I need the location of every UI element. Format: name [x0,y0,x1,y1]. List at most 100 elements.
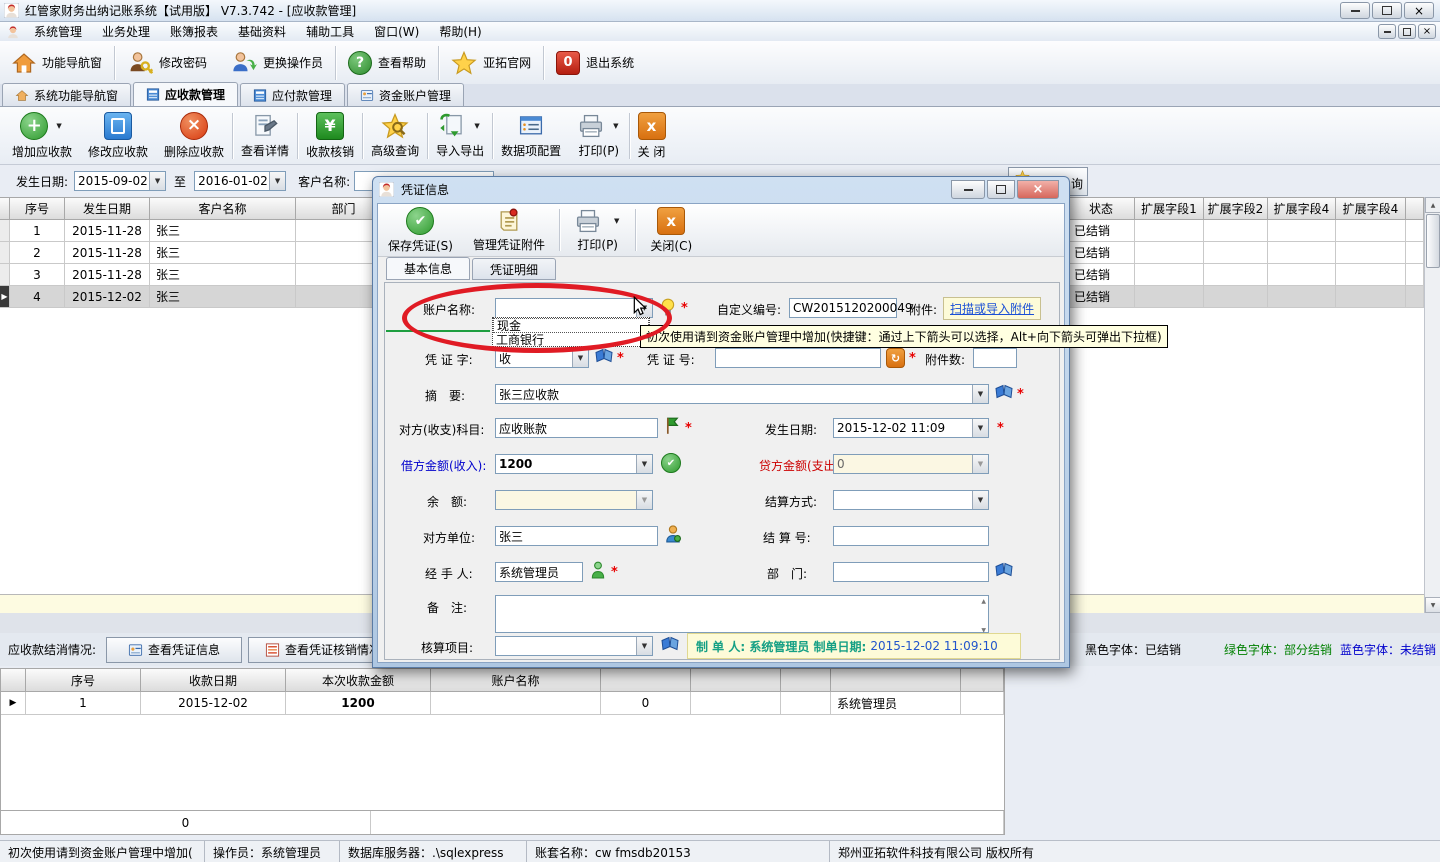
voucher-word-label: 凭 证 字: [425,351,473,368]
save-voucher-button[interactable]: ✔ 保存凭证(S) [378,207,463,254]
required-mark: * [997,421,1004,436]
col-ext4a[interactable]: 扩展字段4 [1268,198,1336,220]
writeoff-row[interactable]: ▶ 1 2015-12-02 1200 0 系统管理员 [1,692,1004,715]
voucher-no-input[interactable] [715,348,881,368]
counter-unit-input[interactable]: 张三 [495,526,658,546]
maximize-button[interactable] [1372,2,1402,19]
col-receipt-date[interactable]: 收款日期 [141,669,286,692]
mdi-minimize-button[interactable] [1378,24,1396,39]
dropdown-arrow-icon[interactable]: ▼ [636,637,652,655]
scrollbar-thumb[interactable] [1426,214,1440,268]
document-icon [251,113,279,139]
scroll-up-button[interactable]: ▲ [1425,197,1440,213]
date-to-combo[interactable]: 2016-01-02 ▼ [194,171,286,191]
menu-window[interactable]: 窗口(W) [364,22,429,41]
remark-textarea[interactable]: ▲▼ [495,595,989,633]
col-no[interactable]: 序号 [26,669,141,692]
tab-fund-accounts[interactable]: 资金账户管理 [347,83,464,106]
dialog-restore-button[interactable] [987,180,1015,199]
occur-date-combo[interactable]: 2015-12-02 11:09 ▼ [833,418,989,438]
dialog-minimize-button[interactable] [951,180,985,199]
auto-number-icon[interactable]: ↻ [886,348,905,368]
date-from-combo[interactable]: 2015-09-02 ▼ [74,171,166,191]
switch-operator-button[interactable]: 更换操作员 [219,45,335,81]
green-person-icon [591,561,605,579]
dropdown-arrow-icon[interactable]: ▼ [269,172,285,190]
dropdown-arrow-icon[interactable]: ▼ [613,122,618,130]
col-account[interactable]: 账户名称 [431,669,601,692]
dropdown-arrow-icon[interactable]: ▼ [474,122,479,130]
col-ext2[interactable]: 扩展字段2 [1204,198,1268,220]
menu-tools[interactable]: 辅助工具 [296,22,364,41]
book-icon [661,636,679,652]
dropdown-arrow-icon[interactable]: ▼ [614,217,619,225]
attach-count-input[interactable] [973,348,1017,368]
tab-basic-info[interactable]: 基本信息 [386,257,470,280]
tab-receivables[interactable]: 应收款管理 [133,82,238,106]
balance-label: 余 额: [427,493,467,510]
textarea-scrollbar[interactable]: ▲▼ [979,596,988,636]
close-button[interactable]: × [1404,2,1434,19]
menu-system[interactable]: 系统管理 [24,22,92,41]
mdi-close-button[interactable]: × [1418,24,1436,39]
website-button[interactable]: 亚拓官网 [439,45,543,81]
col-amount[interactable]: 本次收款金额 [286,669,431,692]
col-status[interactable]: 状态 [1068,198,1135,220]
tab-system-nav[interactable]: 系统功能导航窗 [2,83,131,106]
writeoff-table: 序号 收款日期 本次收款金额 账户名称 ▶ 1 2015-12-02 1200 … [0,668,1005,814]
exit-system-button[interactable]: 0 退出系统 [544,45,646,81]
print-button[interactable]: ▼ 打印(P) [569,110,628,162]
settle-method-combo[interactable]: ▼ [833,490,989,510]
dropdown-arrow-icon[interactable]: ▼ [572,349,588,367]
settle-no-input[interactable] [833,526,989,546]
dialog-print-button[interactable]: ▼ 打印(P) [564,208,631,253]
dialog-close-button[interactable]: × [1017,180,1059,199]
star-search-icon [381,113,409,139]
manage-attachments-button[interactable]: 管理凭证附件 [463,208,555,253]
import-export-button[interactable]: ▼ 导入导出 [428,110,492,162]
account-item-combo[interactable]: ▼ [495,636,653,656]
dropdown-arrow-icon[interactable]: ▼ [636,455,652,473]
edit-receivable-button[interactable]: 修改应收款 [80,110,156,162]
tab-voucher-detail[interactable]: 凭证明细 [472,258,556,280]
data-config-button[interactable]: 数据项配置 [493,110,569,162]
col-no[interactable]: 序号 [10,198,65,220]
col-date[interactable]: 发生日期 [65,198,150,220]
view-details-button[interactable]: 查看详情 [233,110,297,162]
close-tool-icon: x [657,207,685,235]
writeoff-button[interactable]: ¥ 收款核销 [298,110,362,162]
nav-window-button[interactable]: 功能导航窗 [0,45,114,81]
dept-input[interactable] [833,562,989,582]
menu-business[interactable]: 业务处理 [92,22,160,41]
col-ext1[interactable]: 扩展字段1 [1135,198,1204,220]
dropdown-arrow-icon[interactable]: ▼ [972,491,988,509]
dropdown-arrow-icon[interactable]: ▼ [972,385,988,403]
mdi-restore-button[interactable] [1398,24,1416,39]
custom-no-input[interactable]: CW2015120200049 [789,298,897,318]
scan-import-link[interactable]: 扫描或导入附件 [943,297,1041,320]
menu-help[interactable]: 帮助(H) [429,22,491,41]
tab-payables[interactable]: 应付款管理 [240,83,345,106]
handler-input[interactable]: 系统管理员 [495,562,583,582]
vertical-scrollbar[interactable]: ▲ ▼ [1424,197,1440,613]
view-voucher-info-button[interactable]: 查看凭证信息 [106,637,242,663]
close-module-button[interactable]: x 关 闭 [630,110,674,162]
dropdown-arrow-icon[interactable]: ▼ [149,172,165,190]
change-password-button[interactable]: 修改密码 [115,45,219,81]
add-receivable-button[interactable]: + ▼ 增加应收款 [4,110,80,162]
minimize-button[interactable] [1340,2,1370,19]
col-customer[interactable]: 客户名称 [150,198,296,220]
debit-amount-combo[interactable]: 1200 ▼ [495,454,653,474]
scroll-down-button[interactable]: ▼ [1425,597,1440,613]
delete-receivable-button[interactable]: × 删除应收款 [156,110,232,162]
menu-reports[interactable]: 账簿报表 [160,22,228,41]
view-help-button[interactable]: ? 查看帮助 [336,45,438,81]
summary-combo[interactable]: 张三应收款 ▼ [495,384,989,404]
dropdown-arrow-icon[interactable]: ▼ [56,122,61,130]
menu-base-data[interactable]: 基础资料 [228,22,296,41]
col-ext4b[interactable]: 扩展字段4 [1336,198,1406,220]
advanced-query-button[interactable]: 高级查询 [363,110,427,162]
dropdown-arrow-icon[interactable]: ▼ [972,419,988,437]
counter-subject-input[interactable]: 应收账款 [495,418,658,438]
dialog-close-tool-button[interactable]: x 关闭(C) [640,207,702,254]
